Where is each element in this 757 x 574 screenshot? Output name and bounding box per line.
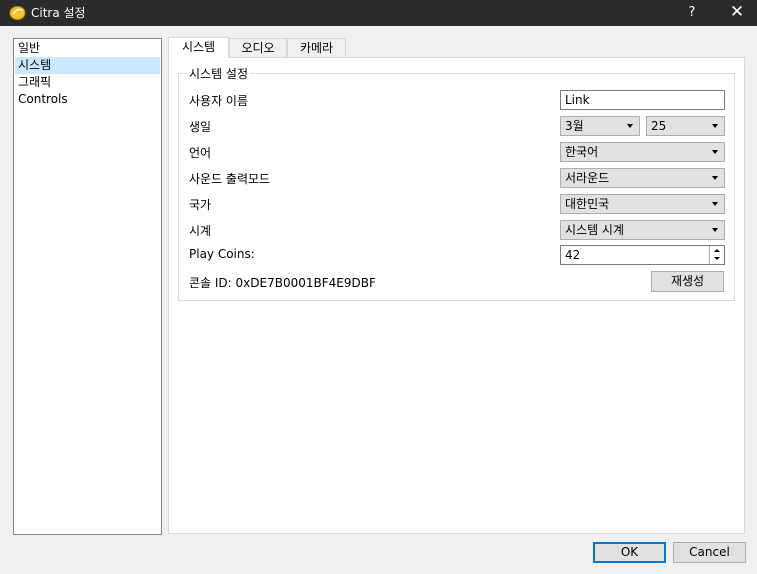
clock-value: 시스템 시계 <box>565 223 625 237</box>
play-coins-label: Play Coins: <box>189 247 255 261</box>
birthday-month-value: 3월 <box>565 119 584 133</box>
help-button[interactable]: ? <box>680 0 704 26</box>
spin-up-icon[interactable] <box>714 249 720 252</box>
country-select[interactable]: 대한민국 <box>560 194 725 214</box>
ok-button[interactable]: OK <box>593 542 666 563</box>
tab-system[interactable]: 시스템 <box>168 37 229 58</box>
sidebar-item-controls[interactable]: Controls <box>15 91 160 108</box>
category-list: 일반 시스템 그래픽 Controls <box>13 38 162 535</box>
clock-label: 시계 <box>189 224 212 238</box>
language-label: 언어 <box>189 146 212 160</box>
country-label: 국가 <box>189 198 212 212</box>
language-value: 한국어 <box>565 145 599 159</box>
birthday-label: 생일 <box>189 120 212 134</box>
chevron-down-icon <box>712 202 718 206</box>
birthday-month-select[interactable]: 3월 <box>560 116 640 136</box>
play-coins-value: 42 <box>565 248 581 262</box>
regenerate-button[interactable]: 재생성 <box>651 271 724 292</box>
sound-output-label: 사운드 출력모드 <box>189 172 271 186</box>
window-title: Citra 설정 <box>31 6 86 20</box>
chevron-down-icon <box>712 228 718 232</box>
birthday-day-value: 25 <box>651 119 667 133</box>
chevron-down-icon <box>712 150 718 154</box>
chevron-down-icon <box>627 124 633 128</box>
username-input[interactable]: Link <box>560 90 725 110</box>
username-label: 사용자 이름 <box>189 94 249 108</box>
citra-logo-icon <box>9 6 26 20</box>
clock-select[interactable]: 시스템 시계 <box>560 220 725 240</box>
sound-output-value: 서라운드 <box>565 171 610 185</box>
play-coins-spinbox[interactable]: 42 <box>560 245 725 265</box>
tab-audio[interactable]: 오디오 <box>229 38 287 58</box>
tab-camera[interactable]: 카메라 <box>287 38 346 58</box>
spinner-arrows-icon[interactable] <box>709 246 724 264</box>
chevron-down-icon <box>712 176 718 180</box>
birthday-day-select[interactable]: 25 <box>646 116 725 136</box>
sidebar-item-system[interactable]: 시스템 <box>15 57 160 74</box>
language-select[interactable]: 한국어 <box>560 142 725 162</box>
spin-down-icon[interactable] <box>714 257 720 260</box>
cancel-button[interactable]: Cancel <box>673 542 746 563</box>
title-bar: Citra 설정 ? ✕ <box>0 0 757 26</box>
chevron-down-icon <box>712 124 718 128</box>
sidebar-item-general[interactable]: 일반 <box>15 40 160 57</box>
console-id-label: 콘솔 ID: 0xDE7B0001BF4E9DBF <box>189 276 376 290</box>
sound-output-select[interactable]: 서라운드 <box>560 168 725 188</box>
country-value: 대한민국 <box>565 197 610 211</box>
group-title: 시스템 설정 <box>187 65 251 82</box>
sidebar-item-graphics[interactable]: 그래픽 <box>15 74 160 91</box>
close-button[interactable]: ✕ <box>724 0 750 26</box>
